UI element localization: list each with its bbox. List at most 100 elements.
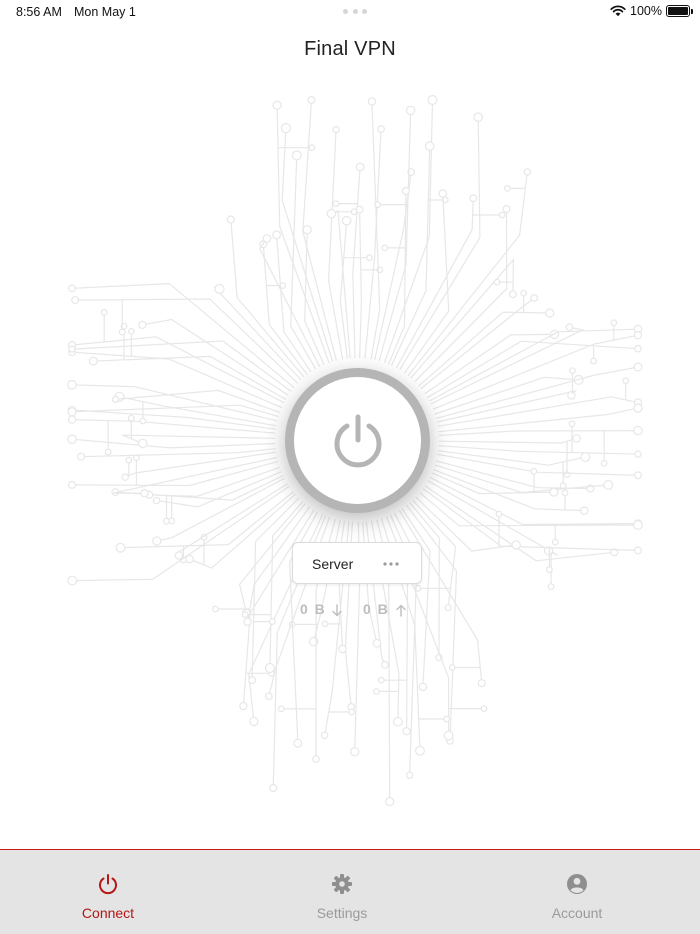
circuit-node bbox=[415, 745, 426, 756]
circuit-node bbox=[603, 479, 614, 490]
circuit-node bbox=[374, 201, 382, 208]
circuit-trace bbox=[115, 475, 284, 501]
battery-percentage: 100% bbox=[630, 4, 662, 18]
circuit-trace bbox=[430, 326, 585, 405]
circuit-node bbox=[418, 682, 428, 692]
circuit-node bbox=[502, 204, 511, 213]
circuit-trace bbox=[189, 493, 296, 569]
circuit-node bbox=[348, 708, 356, 716]
circuit-node bbox=[338, 644, 347, 654]
circuit-node bbox=[291, 150, 302, 161]
ellipsis-icon bbox=[383, 562, 399, 566]
circuit-node bbox=[381, 244, 389, 252]
circuit-node bbox=[152, 536, 162, 546]
circuit-node bbox=[100, 308, 108, 316]
circuit-node bbox=[545, 308, 555, 318]
tab-label-account: Account bbox=[551, 905, 603, 921]
multitasking-dots-icon[interactable] bbox=[343, 9, 367, 15]
circuit-node bbox=[405, 105, 416, 116]
circuit-node bbox=[424, 141, 435, 151]
download-value: 0 B bbox=[300, 601, 327, 617]
circuit-node bbox=[443, 730, 454, 741]
circuit-node bbox=[326, 208, 337, 219]
circuit-node bbox=[580, 452, 591, 463]
circuit-node bbox=[367, 97, 377, 106]
battery-icon bbox=[666, 5, 693, 17]
circuit-node bbox=[138, 438, 148, 449]
circuit-node bbox=[372, 638, 382, 648]
tab-account[interactable]: Account bbox=[487, 850, 667, 934]
tab-label-settings: Settings bbox=[316, 905, 368, 921]
circuit-node bbox=[551, 538, 559, 546]
circuit-node bbox=[385, 796, 395, 807]
circuit-trace bbox=[71, 460, 279, 487]
circuit-node bbox=[633, 403, 643, 413]
tab-connect[interactable]: Connect bbox=[18, 850, 198, 934]
arrow-down-icon bbox=[332, 604, 342, 617]
circuit-trace bbox=[71, 384, 278, 422]
circuit-trace bbox=[438, 430, 639, 436]
circuit-node bbox=[633, 546, 642, 555]
circuit-trace bbox=[415, 496, 517, 552]
server-selector-button[interactable]: Server bbox=[292, 542, 422, 584]
circuit-node bbox=[498, 211, 506, 219]
arrow-up-icon bbox=[396, 604, 406, 617]
circuit-node bbox=[248, 676, 257, 685]
circuit-node bbox=[139, 417, 147, 425]
circuit-node bbox=[71, 296, 80, 305]
circuit-node bbox=[214, 283, 225, 294]
circuit-trace bbox=[142, 318, 289, 396]
circuit-node bbox=[549, 487, 559, 497]
circuit-node bbox=[443, 715, 451, 723]
status-indicators: 100% bbox=[610, 4, 693, 18]
circuit-node bbox=[402, 727, 411, 736]
circuit-node bbox=[272, 100, 282, 110]
circuit-node bbox=[633, 520, 643, 530]
circuit-node bbox=[127, 414, 135, 422]
circuit-node bbox=[427, 94, 438, 106]
status-bar: 8:56 AM Mon May 1 100% bbox=[0, 0, 700, 24]
circuit-node bbox=[88, 356, 98, 366]
circuit-node bbox=[111, 395, 120, 403]
circuit-trace bbox=[71, 419, 276, 434]
circuit-node bbox=[355, 162, 365, 172]
circuit-trace bbox=[337, 520, 346, 649]
power-icon bbox=[99, 874, 117, 895]
circuit-node bbox=[264, 692, 273, 700]
circuit-node bbox=[495, 510, 503, 518]
circuit-node bbox=[249, 716, 259, 727]
circuit-node bbox=[508, 290, 517, 299]
circuit-node bbox=[355, 205, 364, 214]
circuit-node bbox=[477, 679, 486, 688]
circuit-node bbox=[568, 420, 576, 428]
circuit-trace bbox=[428, 328, 639, 402]
tab-settings[interactable]: Settings bbox=[252, 850, 432, 934]
circuit-node bbox=[381, 660, 389, 669]
circuit-node bbox=[567, 390, 576, 400]
circuit-node bbox=[67, 575, 78, 586]
connect-power-button[interactable] bbox=[285, 368, 430, 513]
circuit-node bbox=[480, 705, 488, 712]
circuit-node bbox=[262, 234, 272, 243]
circuit-node bbox=[633, 471, 642, 480]
circuit-node bbox=[569, 367, 576, 375]
circuit-node bbox=[168, 517, 176, 525]
circuit-node bbox=[565, 323, 574, 332]
circuit-node bbox=[493, 278, 501, 286]
circuit-node bbox=[393, 716, 403, 727]
page-title: Final VPN bbox=[304, 38, 396, 60]
tab-bar: Connect Settings Account bbox=[0, 849, 700, 934]
circuit-trace bbox=[112, 456, 278, 494]
circuit-node bbox=[332, 125, 340, 134]
circuit-node bbox=[622, 377, 630, 385]
circuit-node bbox=[590, 357, 597, 365]
circuit-trace bbox=[419, 492, 639, 527]
circuit-node bbox=[307, 95, 316, 105]
circuit-node bbox=[68, 480, 77, 489]
circuit-node bbox=[438, 189, 448, 198]
circuit-node bbox=[504, 184, 511, 192]
circuit-trace bbox=[258, 238, 321, 368]
upload-value: 0 B bbox=[363, 601, 390, 617]
circuit-trace bbox=[422, 488, 639, 551]
circuit-node bbox=[377, 676, 385, 684]
